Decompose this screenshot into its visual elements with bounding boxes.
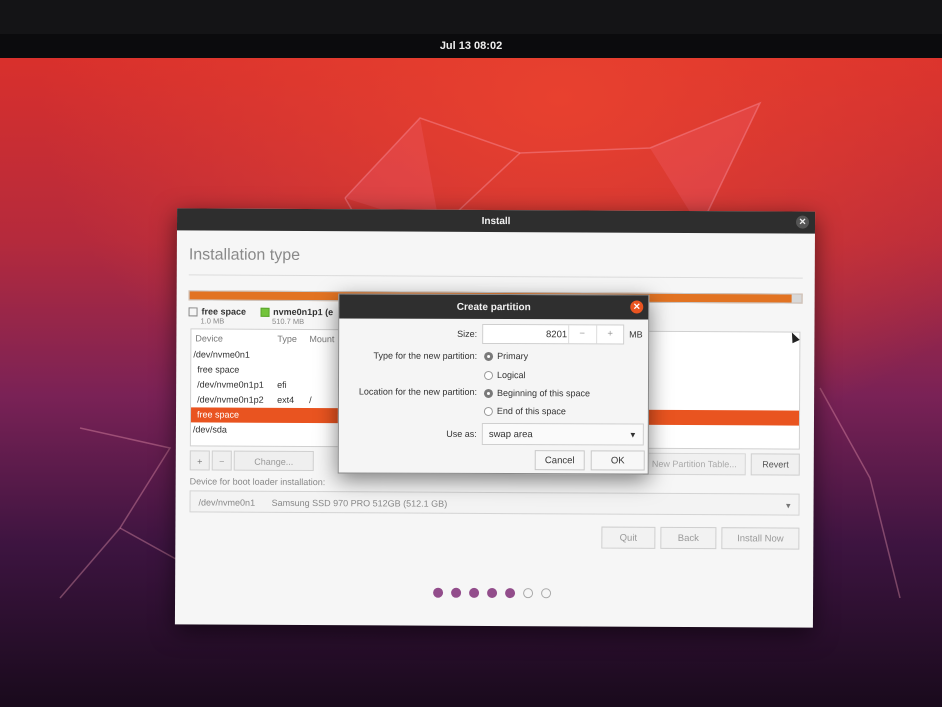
cancel-button[interactable]: Cancel (534, 450, 585, 471)
progress-dot-done (433, 587, 444, 598)
col-mount[interactable]: Mount (309, 330, 334, 348)
dropdown-arrow-icon: ▼ (628, 430, 637, 440)
row-device: free space (196, 409, 240, 420)
close-icon[interactable]: ✕ (795, 215, 810, 229)
legend-size: 510.7 MB (272, 316, 305, 327)
progress-dots (433, 587, 552, 599)
location-label: Location for the new partition: (358, 386, 477, 397)
size-unit: MB (629, 329, 643, 340)
size-label: Size: (457, 328, 478, 339)
type-logical-radio[interactable]: Logical (484, 370, 526, 380)
useas-label: Use as: (446, 428, 477, 439)
radio-unchecked-icon (484, 370, 494, 380)
type-primary-radio[interactable]: Primary (484, 351, 528, 361)
location-end-radio[interactable]: End of this space (483, 406, 566, 417)
ok-button[interactable]: OK (590, 450, 645, 471)
row-device: free space (197, 364, 240, 375)
create-partition-dialog: Create partition ✕ Size: 8201 − + MB Typ… (337, 293, 650, 475)
decrement-button[interactable]: − (568, 325, 596, 344)
radio-unchecked-icon (483, 406, 493, 416)
close-icon[interactable]: ✕ (630, 300, 644, 314)
chevron-down-icon: ▾ (785, 500, 791, 511)
divider (188, 274, 803, 279)
page-title: Installation type (188, 246, 301, 264)
boot-loader-label: Device for boot loader installation: (189, 476, 326, 488)
legend-size: 1.0 MB (200, 316, 225, 326)
legend-name: free space (201, 306, 247, 317)
top-bar: Jul 13 08:02 (0, 34, 942, 58)
installer-titlebar: Install ✕ (176, 208, 816, 234)
revert-button[interactable]: Revert (751, 453, 800, 476)
row-type: ext4 (277, 394, 295, 405)
progress-dot-done (451, 587, 462, 598)
add-partition-button[interactable]: + (189, 450, 210, 471)
useas-select[interactable]: swap area ▼ (481, 422, 644, 446)
boot-device: /dev/nvme0n1 (198, 497, 256, 508)
row-device: /dev/nvme0n1p2 (197, 394, 264, 405)
quit-button[interactable]: Quit (601, 526, 656, 549)
dialog-title: Create partition (456, 301, 531, 313)
increment-button[interactable]: + (596, 325, 624, 344)
type-label: Type for the new partition: (373, 350, 478, 361)
progress-dot-done (469, 587, 480, 598)
progress-dot-done (487, 587, 498, 599)
legend-item: free space 1.0 MB (188, 306, 247, 326)
boot-device-description: Samsung SSD 970 PRO 512GB (512.1 GB) (271, 497, 448, 509)
useas-value: swap area (488, 428, 533, 441)
table-buttons: + − Change... (189, 450, 314, 472)
legend-item: nvme0n1p1 (e 510.7 MB (260, 307, 333, 327)
installer-title: Install (481, 215, 511, 227)
radio-label: Primary (497, 351, 529, 362)
legend-name: nvme0n1p1 (e (273, 306, 334, 318)
row-device: /dev/nvme0n1 (193, 349, 250, 360)
radio-checked-icon (484, 351, 494, 361)
partition-bar-free (791, 294, 802, 303)
size-value[interactable]: 8201 (546, 329, 567, 340)
radio-label: End of this space (496, 406, 566, 417)
progress-dot-pending (523, 588, 534, 599)
row-mount: / (309, 395, 312, 406)
remove-partition-button[interactable]: − (211, 450, 232, 471)
partition-legend: free space 1.0 MB nvme0n1p1 (e 510.7 MB (188, 306, 333, 326)
install-now-button[interactable]: Install Now (721, 527, 800, 550)
radio-label: Beginning of this space (496, 388, 591, 399)
back-button[interactable]: Back (660, 526, 717, 550)
location-beginning-radio[interactable]: Beginning of this space (483, 388, 591, 399)
dialog-titlebar: Create partition ✕ (339, 294, 649, 320)
change-partition-button[interactable]: Change... (233, 450, 314, 472)
progress-dot-done (505, 588, 516, 599)
col-device[interactable]: Device (195, 329, 223, 347)
radio-label: Logical (497, 370, 526, 381)
progress-dot-pending (541, 588, 552, 599)
row-type: efi (277, 379, 287, 390)
row-device: /dev/sda (192, 424, 227, 435)
row-device: /dev/nvme0n1p1 (197, 379, 264, 390)
new-partition-table-button[interactable]: New Partition Table... (642, 452, 746, 476)
clock[interactable]: Jul 13 08:02 (440, 40, 502, 52)
col-type[interactable]: Type (277, 330, 297, 348)
legend-swatch-efi (260, 307, 270, 317)
size-spinbox[interactable]: 8201 − + (482, 323, 625, 345)
boot-loader-select[interactable]: /dev/nvme0n1 Samsung SSD 970 PRO 512GB (… (189, 490, 800, 516)
radio-checked-icon (483, 388, 493, 398)
legend-swatch-free (188, 307, 198, 317)
